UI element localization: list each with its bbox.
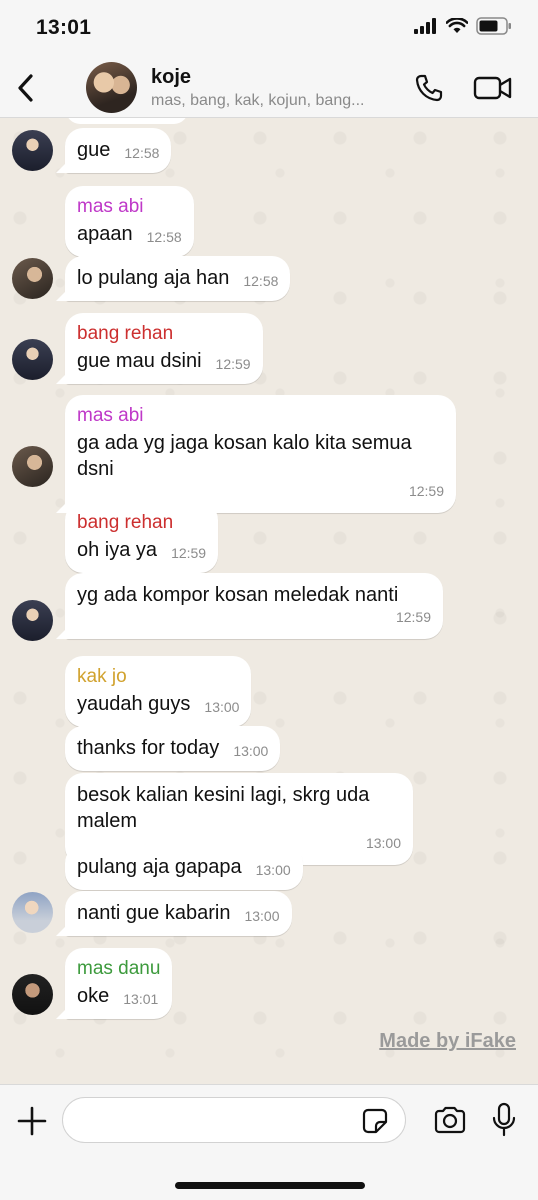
status-bar: 13:01 <box>0 0 538 58</box>
video-call-button[interactable] <box>470 70 516 106</box>
message-text: yaudah guys <box>77 693 191 715</box>
message-bubble[interactable]: lo pulang aja han 12:58 <box>65 256 291 301</box>
phone-icon <box>415 74 443 102</box>
message-time: 13:00 <box>204 699 240 715</box>
message-text: lo pulang aja han <box>77 267 230 289</box>
message-bubble[interactable]: bang rehan oh iya ya 12:59 <box>65 502 219 573</box>
group-name[interactable]: koje <box>151 66 191 89</box>
wifi-icon <box>446 18 468 33</box>
sender-avatar[interactable] <box>12 339 53 380</box>
home-indicator[interactable] <box>175 1182 365 1189</box>
back-chevron-icon <box>18 74 33 102</box>
partial-message-bubble <box>66 118 188 124</box>
message-time: 12:59 <box>215 356 251 372</box>
message-bubble[interactable]: nanti gue kabarin 13:00 <box>65 891 292 936</box>
sender-name[interactable]: bang rehan <box>77 322 251 346</box>
camera-button[interactable] <box>430 1100 470 1140</box>
message-bubble[interactable]: mas abi apaan 12:58 <box>65 186 194 257</box>
message-text: yg ada kompor kosan meledak nanti <box>77 584 399 606</box>
microphone-button[interactable] <box>486 1098 522 1142</box>
message-bubble[interactable]: yg ada kompor kosan meledak nanti 12:59 <box>65 573 443 639</box>
message-time: 12:58 <box>146 229 182 245</box>
message-input[interactable] <box>62 1097 406 1143</box>
message-bubble[interactable]: mas abi ga ada yg jaga kosan kalo kita s… <box>65 395 456 513</box>
sender-name[interactable]: mas abi <box>77 404 444 428</box>
battery-icon <box>476 17 511 35</box>
signal-icon <box>414 18 436 34</box>
microphone-icon <box>492 1102 516 1137</box>
message-bubble[interactable]: gue 12:58 <box>65 128 172 173</box>
group-avatar[interactable] <box>86 62 137 113</box>
message-bubble[interactable]: thanks for today 13:00 <box>65 726 281 771</box>
message-text: pulang aja gapapa <box>77 856 242 878</box>
message-time: 13:00 <box>244 908 280 924</box>
sender-avatar[interactable] <box>12 892 53 933</box>
sticker-button[interactable] <box>361 1107 389 1135</box>
message-text: gue <box>77 139 111 161</box>
sender-name[interactable]: bang rehan <box>77 511 206 535</box>
message-bubble[interactable]: bang rehan gue mau dsini 12:59 <box>65 313 263 384</box>
message-time: 12:59 <box>408 483 444 499</box>
message-time: 12:59 <box>171 545 207 561</box>
attach-button[interactable] <box>12 1101 52 1141</box>
sender-name[interactable]: kak jo <box>77 665 239 689</box>
message-bubble[interactable]: mas danu oke 13:01 <box>65 948 173 1019</box>
message-text: oke <box>77 985 110 1007</box>
sender-avatar[interactable] <box>12 446 53 487</box>
message-text: besok kalian kesini lagi, skrg uda malem <box>77 784 370 832</box>
message-time: 13:00 <box>255 862 291 878</box>
message-text: nanti gue kabarin <box>77 902 231 924</box>
watermark-link[interactable]: Made by iFake <box>379 1030 516 1053</box>
sender-avatar[interactable] <box>12 258 53 299</box>
sender-name[interactable]: mas abi <box>77 195 182 219</box>
sticker-icon <box>362 1108 388 1134</box>
back-button[interactable] <box>10 68 40 108</box>
message-time: 13:01 <box>123 991 159 1007</box>
chat-messages[interactable]: gue 12:58 mas abi apaan 12:58 lo pulang aj… <box>0 118 538 1084</box>
sender-avatar[interactable] <box>12 600 53 641</box>
group-members[interactable]: mas, bang, kak, kojun, bang... <box>151 92 401 110</box>
sender-avatar[interactable] <box>12 974 53 1015</box>
chat-header: koje mas, bang, kak, kojun, bang... <box>0 58 538 118</box>
message-time: 12:58 <box>124 145 160 161</box>
video-camera-icon <box>473 76 512 100</box>
message-bubble[interactable]: pulang aja gapapa 13:00 <box>65 845 303 890</box>
input-bar <box>0 1084 538 1200</box>
message-time: 13:00 <box>233 743 269 759</box>
message-text: ga ada yg jaga kosan kalo kita semua dsn… <box>77 432 412 480</box>
message-bubble[interactable]: kak jo yaudah guys 13:00 <box>65 656 252 727</box>
message-text: gue mau dsini <box>77 350 202 372</box>
message-text: thanks for today <box>77 737 220 759</box>
message-text: oh iya ya <box>77 539 158 561</box>
message-time: 12:58 <box>243 273 279 289</box>
status-icons <box>414 17 512 35</box>
camera-icon <box>434 1106 466 1134</box>
message-text: apaan <box>77 223 133 245</box>
sender-name[interactable]: mas danu <box>77 957 160 981</box>
plus-icon <box>17 1106 47 1136</box>
voice-call-button[interactable] <box>410 70 448 106</box>
message-time: 12:59 <box>395 609 431 625</box>
sender-avatar[interactable] <box>12 130 53 171</box>
status-time: 13:01 <box>36 16 92 39</box>
